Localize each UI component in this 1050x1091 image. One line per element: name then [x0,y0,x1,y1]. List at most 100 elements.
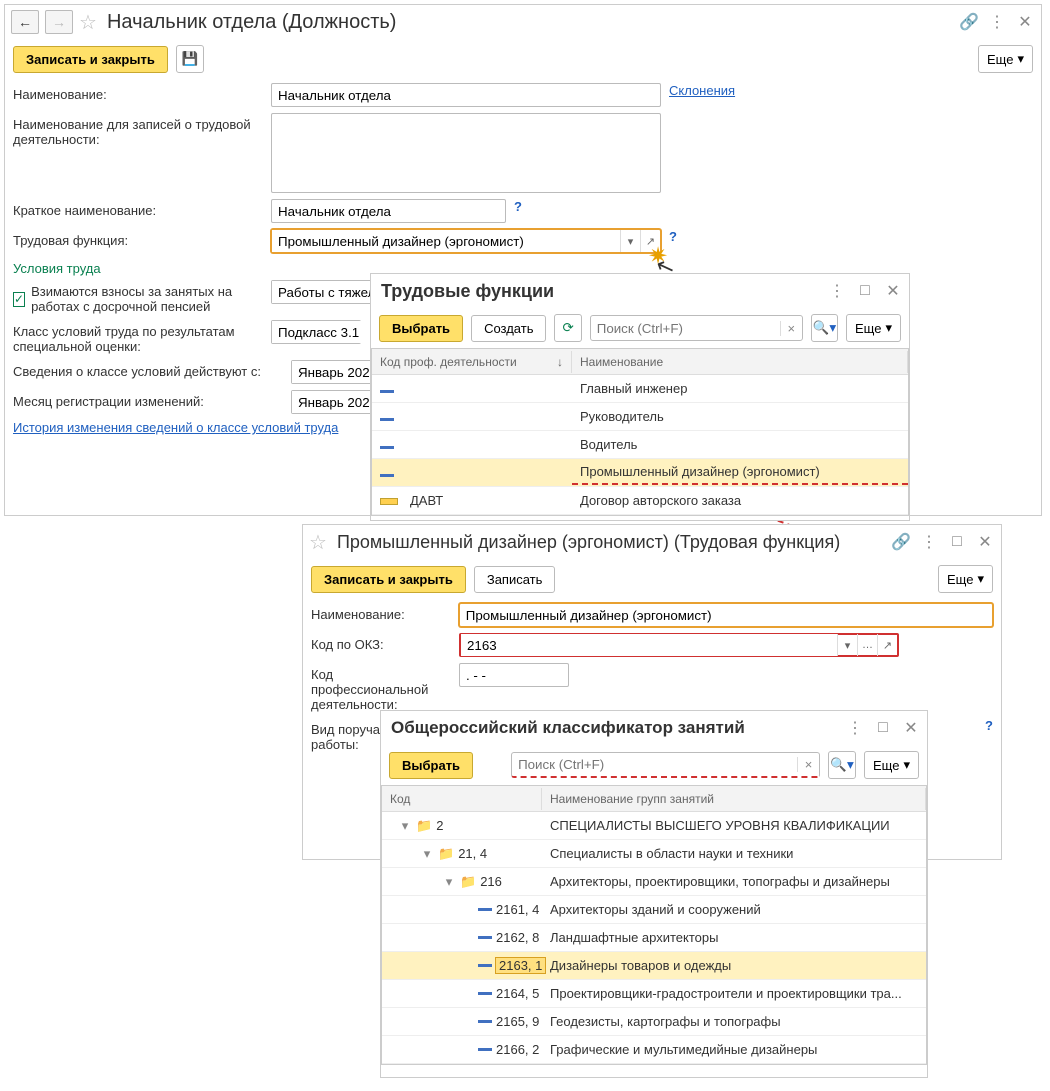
col-code[interactable]: Код [382,788,542,810]
back-button[interactable]: ← [11,10,39,34]
tree-row[interactable]: 2165, 9Геодезисты, картографы и топограф… [382,1008,926,1036]
toolbar: Записать и закрыть 💾 Еще ▾ [5,39,1041,79]
history-link[interactable]: История изменения сведений о классе усло… [13,420,338,435]
search-input[interactable] [512,757,797,772]
labor-func-input[interactable] [272,230,620,252]
create-button[interactable]: Создать [471,315,546,342]
toolbar: Записать и закрыть Записать Еще ▾ [303,559,1001,599]
search-button[interactable]: 🔍▾ [828,751,856,779]
name-input[interactable] [459,603,993,627]
labor-functions-window: Трудовые функции ⋮ □ ✕ Выбрать Создать ⟳… [370,273,910,521]
class-label: Класс условий труда по результатам специ… [13,320,263,354]
col-code[interactable]: Код проф. деятельности ↓ [372,351,572,373]
tree-row[interactable]: ▾ 📁 2СПЕЦИАЛИСТЫ ВЫСШЕГО УРОВНЯ КВАЛИФИК… [382,812,926,840]
close-icon[interactable]: ✕ [901,718,921,738]
labor-func-label: Трудовая функция: [13,229,263,248]
select-button[interactable]: Выбрать [389,752,473,779]
favorite-icon[interactable]: ☆ [79,10,97,35]
tree-row[interactable]: 2162, 8Ландшафтные архитекторы [382,924,926,952]
select-button[interactable]: Выбрать [379,315,463,342]
more-button[interactable]: Еще ▾ [864,751,919,779]
okz-input[interactable] [461,634,837,656]
okz-classifier-window: Общероссийский классификатор занятий ⋮ □… [380,710,928,1078]
labor-func-combo[interactable]: ▾ ↗ [271,229,661,253]
grid-row[interactable]: Главный инженер [372,375,908,403]
fee-basis-combo[interactable] [271,280,376,304]
close-icon[interactable]: ✕ [1015,12,1035,32]
dropdown-icon[interactable]: ▾ [837,634,857,656]
tree-row[interactable]: 2166, 2Графические и мультимедийные диза… [382,1036,926,1064]
col-name[interactable]: Наименование [572,351,908,373]
prof-code-input[interactable] [459,663,569,687]
menu-icon[interactable]: ⋮ [919,532,939,552]
menu-icon[interactable]: ⋮ [827,281,847,301]
name-input[interactable] [271,83,661,107]
tree-row[interactable]: 2163, 1Дизайнеры товаров и одежды [382,952,926,980]
tree-row[interactable]: 2164, 5Проектировщики-градостроители и п… [382,980,926,1008]
maximize-icon[interactable]: □ [873,718,893,738]
name-label: Наименование: [13,83,263,102]
refresh-button[interactable]: ⟳ [554,314,581,342]
dropdown-icon[interactable]: ▾ [620,230,640,252]
reg-month-label: Месяц регистрации изменений: [13,390,283,409]
close-icon[interactable]: ✕ [975,532,995,552]
grid-row[interactable]: ДАВТДоговор авторского заказа [372,487,908,515]
help-icon[interactable]: ? [985,718,993,733]
activity-name-textarea[interactable] [271,113,661,193]
name-label: Наименование: [311,603,451,622]
window-title: Промышленный дизайнер (эргономист) (Труд… [337,532,840,553]
save-button[interactable]: Записать [474,566,556,593]
save-icon-button[interactable]: 💾 [176,45,204,73]
info-date-combo[interactable] [291,360,381,384]
titlebar: Трудовые функции ⋮ □ ✕ [371,274,909,308]
grid-row[interactable]: Руководитель [372,403,908,431]
window-title: Трудовые функции [381,281,554,302]
window-title: Общероссийский классификатор занятий [391,718,745,738]
titlebar: ← → ☆ Начальник отдела (Должность) 🔗 ⋮ ✕ [5,5,1041,39]
maximize-icon[interactable]: □ [855,281,875,301]
save-close-button[interactable]: Записать и закрыть [311,566,466,593]
tree-row[interactable]: ▾ 📁 21, 4Специалисты в области науки и т… [382,840,926,868]
save-close-button[interactable]: Записать и закрыть [13,46,168,73]
search-button[interactable]: 🔍▾ [811,314,838,342]
tree-row[interactable]: ▾ 📁 216Архитекторы, проектировщики, топо… [382,868,926,896]
grid-row[interactable]: Водитель [372,431,908,459]
info-date-label: Сведения о классе условий действуют с: [13,360,283,379]
open-icon[interactable]: ↗ [877,634,897,656]
more-button[interactable]: Еще ▾ [978,45,1033,73]
more-button[interactable]: Еще ▾ [846,314,901,342]
fee-checkbox-row[interactable]: ✓ Взимаются взносы за занятых на работах… [13,280,263,314]
menu-icon[interactable]: ⋮ [845,718,865,738]
more-button[interactable]: Еще ▾ [938,565,993,593]
link-icon[interactable]: 🔗 [891,532,911,552]
titlebar: Общероссийский классификатор занятий ⋮ □… [381,711,927,745]
favorite-icon[interactable]: ☆ [309,530,327,555]
search-box[interactable]: × [511,752,820,778]
clear-icon[interactable]: × [780,321,802,336]
okz-combo[interactable]: ▾ … ↗ [459,633,899,657]
clear-icon[interactable]: × [797,757,819,772]
tree-row[interactable]: 2161, 4Архитекторы зданий и сооружений [382,896,926,924]
forward-button[interactable]: → [45,10,73,34]
link-icon[interactable]: 🔗 [959,12,979,32]
help-icon[interactable]: ? [669,229,677,244]
declensions-link[interactable]: Склонения [669,83,735,98]
prof-code-label: Код профессиональной деятельности: [311,663,451,712]
search-input[interactable] [591,321,780,336]
more-icon[interactable]: … [857,634,877,656]
open-icon[interactable]: ↗ [640,230,660,252]
grid-row[interactable]: Промышленный дизайнер (эргономист) [372,459,908,487]
reg-month-combo[interactable] [291,390,381,414]
close-icon[interactable]: ✕ [883,281,903,301]
checkbox-checked-icon[interactable]: ✓ [13,292,25,307]
short-name-input[interactable] [271,199,506,223]
menu-icon[interactable]: ⋮ [987,12,1007,32]
short-name-label: Краткое наименование: [13,199,263,218]
titlebar: ☆ Промышленный дизайнер (эргономист) (Тр… [303,525,1001,559]
col-name[interactable]: Наименование групп занятий [542,788,926,810]
search-box[interactable]: × [590,315,803,341]
okz-tree-grid: Код Наименование групп занятий ▾ 📁 2СПЕЦ… [381,785,927,1065]
help-icon[interactable]: ? [514,199,522,214]
class-combo[interactable] [271,320,361,344]
maximize-icon[interactable]: □ [947,532,967,552]
